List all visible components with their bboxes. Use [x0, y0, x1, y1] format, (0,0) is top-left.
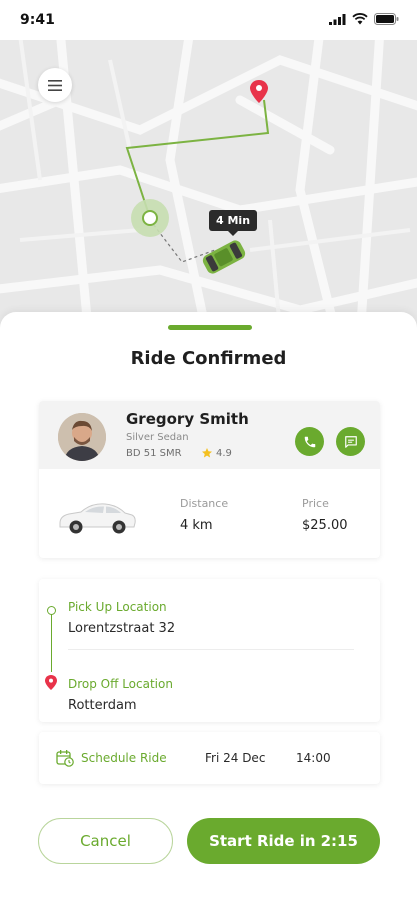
- map-pin-icon: [45, 675, 57, 690]
- star-icon: [202, 448, 212, 458]
- schedule-ride-row[interactable]: Schedule Ride Fri 24 Dec 14:00: [39, 732, 380, 784]
- menu-button[interactable]: [38, 68, 72, 102]
- message-driver-button[interactable]: [336, 427, 365, 456]
- driver-rating: 4.9: [201, 447, 232, 459]
- distance-value: 4 km: [180, 518, 213, 533]
- distance-label: Distance: [180, 497, 229, 510]
- driver-header: Gregory Smith Silver Sedan BD 51 SMR 4.9: [39, 401, 380, 469]
- schedule-date[interactable]: Fri 24 Dec: [205, 751, 265, 765]
- pickup-address[interactable]: Lorentzstraat 32: [68, 621, 175, 636]
- battery-icon: [374, 13, 399, 25]
- car-side-icon: [59, 503, 136, 534]
- calendar-clock-icon: [56, 750, 74, 767]
- route-connector: [51, 612, 52, 672]
- page-title: Ride Confirmed: [130, 348, 287, 369]
- divider: [68, 649, 354, 650]
- avatar: [58, 413, 106, 461]
- location-dot-icon: [47, 606, 56, 615]
- map-view[interactable]: 4 Min: [0, 40, 417, 340]
- phone-icon: [304, 436, 315, 447]
- start-ride-countdown: 2:15: [320, 832, 358, 850]
- driver-card: Gregory Smith Silver Sedan BD 51 SMR 4.9: [39, 401, 380, 558]
- driver-car-model: Silver Sedan: [126, 432, 189, 443]
- dropoff-label: Drop Off Location: [68, 677, 173, 691]
- start-ride-button[interactable]: Start Ride in 2:15: [187, 818, 380, 864]
- wifi-icon: [352, 13, 368, 25]
- ride-sheet: Ride Confirmed Gregory Smith Silver Seda…: [0, 312, 417, 900]
- rating-value: 4.9: [216, 447, 232, 459]
- start-ride-label: Start Ride in: [209, 832, 316, 850]
- schedule-label: Schedule Ride: [81, 751, 167, 765]
- chat-icon: [344, 435, 357, 448]
- price-value: $25.00: [302, 518, 348, 533]
- status-time: 9:41: [20, 12, 55, 28]
- locations-card: Pick Up Location Lorentzstraat 32 Drop O…: [39, 579, 380, 722]
- sheet-grab-handle[interactable]: [168, 325, 252, 330]
- call-driver-button[interactable]: [295, 427, 324, 456]
- dropoff-address[interactable]: Rotterdam: [68, 698, 137, 713]
- schedule-time[interactable]: 14:00: [296, 751, 331, 765]
- hamburger-menu-icon: [48, 79, 62, 91]
- signal-icon: [329, 13, 346, 25]
- eta-badge: 4 Min: [209, 210, 258, 236]
- status-bar: 9:41: [0, 0, 417, 40]
- cancel-button[interactable]: Cancel: [38, 818, 173, 864]
- pickup-label: Pick Up Location: [68, 600, 167, 614]
- driver-license-plate: BD 51 SMR: [126, 448, 182, 459]
- status-icons: [329, 13, 399, 25]
- driver-name: Gregory Smith: [126, 410, 249, 428]
- price-label: Price: [302, 497, 329, 510]
